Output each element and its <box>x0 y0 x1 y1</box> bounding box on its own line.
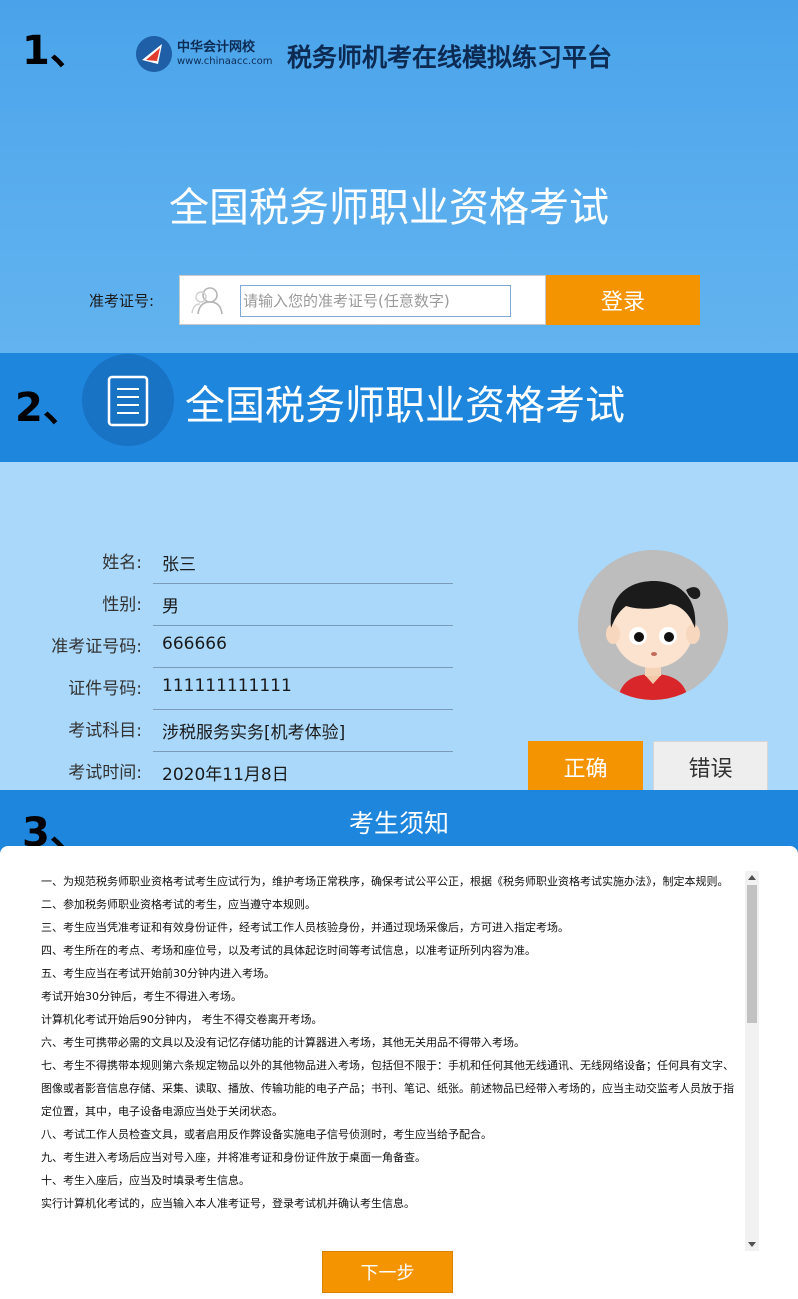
info-label: 证件号码: <box>68 679 142 699</box>
info-row-id-number: 证件号码: 111111111111 <box>0 668 460 710</box>
info-row-exam-time: 考试时间: 2020年11月8日 <box>0 752 460 794</box>
info-row-gender: 性别: 男 <box>0 584 460 626</box>
rule-item: 十、考生入座后，应当及时填录考生信息。 <box>41 1174 250 1187</box>
candidate-info-header: 2、 全国税务师职业资格考试 <box>0 353 798 462</box>
rule-item: 四、考生所在的考点、考场和座位号，以及考试的具体起讫时间等考试信息，以准考证所列… <box>41 944 536 957</box>
info-row-subject: 考试科目: 涉税服务实务[机考体验] <box>0 710 460 752</box>
rule-item: 五、考生应当在考试开始前30分钟内进入考场。 <box>41 967 275 980</box>
chinaacc-logo: 中华会计网校 www.chinaacc.com <box>136 36 273 72</box>
logo-en-text: www.chinaacc.com <box>177 56 273 67</box>
scroll-thumb[interactable] <box>747 885 757 1023</box>
document-icon <box>107 375 149 427</box>
rule-item: 二、参加税务师职业资格考试的考生，应当遵守本规则。 <box>41 898 316 911</box>
exam-notice-section: 3、 考生须知 一、为规范税务师职业资格考试考生应试行为，维护考场正常秩序，确保… <box>0 790 798 1299</box>
notice-scrollbar[interactable] <box>745 871 759 1251</box>
rule-item: 九、考生进入考场后应当对号入座，并将准考证和身份证件放于桌面一角备查。 <box>41 1151 426 1164</box>
login-input-box <box>179 275 546 325</box>
rule-item: 计算机化考试开始后90分钟内， 考生不得交卷离开考场。 <box>41 1013 323 1026</box>
login-section: 1、 中华会计网校 www.chinaacc.com 税务师机考在线模拟练习平台… <box>0 0 798 353</box>
rule-item: 六、考生可携带必需的文具以及没有记忆存储功能的计算器进入考场，其他无关用品不得带… <box>41 1036 525 1049</box>
login-button[interactable]: 登录 <box>546 275 700 325</box>
next-step-button[interactable]: 下一步 <box>322 1251 453 1293</box>
info-label: 考试科目: <box>68 721 142 741</box>
candidate-info-title: 全国税务师职业资格考试 <box>185 383 625 429</box>
logo-emblem-icon <box>136 36 172 72</box>
document-icon-circle <box>82 354 174 446</box>
rule-item: 一、为规范税务师职业资格考试考生应试行为，维护考场正常秩序，确保考试公平公正，根… <box>41 875 729 888</box>
rule-item: 实行计算机化考试的，应当输入本人准考证号，登录考试机并确认考生信息。 <box>41 1197 415 1210</box>
info-row-admission-number: 准考证号码: 666666 <box>0 626 460 668</box>
user-icon <box>190 284 226 320</box>
logo-cn-text: 中华会计网校 <box>177 40 256 55</box>
notice-rules-text[interactable]: 一、为规范税务师职业资格考试考生应试行为，维护考场正常秩序，确保考试公平公正，根… <box>41 870 741 1246</box>
info-value: 111111111111 <box>153 668 453 710</box>
rule-item: 七、考生不得携带本规则第六条规定物品以外的其他物品进入考场，包括但不限于：手机和… <box>41 1059 734 1118</box>
step-number-1: 1、 <box>22 28 90 74</box>
scroll-up-arrow-icon[interactable] <box>748 875 756 880</box>
info-value: 张三 <box>153 542 453 584</box>
info-value: 涉税服务实务[机考体验] <box>153 710 453 752</box>
rule-item: 三、考生应当凭准考证和有效身份证件，经考试工作人员核验身份，并通过现场采像后，方… <box>41 921 569 934</box>
notice-panel: 一、为规范税务师职业资格考试考生应试行为，维护考场正常秩序，确保考试公平公正，根… <box>0 846 798 1299</box>
info-row-name: 姓名: 张三 <box>0 542 460 584</box>
info-value: 2020年11月8日 <box>153 752 453 794</box>
info-value: 男 <box>153 584 453 626</box>
step-number-2: 2、 <box>15 385 83 431</box>
platform-title: 税务师机考在线模拟练习平台 <box>287 43 613 72</box>
info-label: 准考证号码: <box>51 637 142 657</box>
scroll-down-arrow-icon[interactable] <box>748 1242 756 1247</box>
report-wrong-button[interactable]: 错误 <box>653 741 768 793</box>
candidate-info-body: 姓名: 张三 性别: 男 准考证号码: 666666 证件号码: 1111111… <box>0 462 798 794</box>
cartoon-avatar-icon <box>578 550 728 700</box>
rule-item: 考试开始30分钟后，考生不得进入考场。 <box>41 990 242 1003</box>
admission-number-label: 准考证号: <box>89 292 155 310</box>
notice-title: 考生须知 <box>348 809 449 838</box>
info-label: 考试时间: <box>68 763 142 783</box>
exam-title: 全国税务师职业资格考试 <box>169 185 609 231</box>
candidate-avatar <box>578 550 728 700</box>
info-label: 性别: <box>102 595 142 615</box>
info-label: 姓名: <box>102 553 142 573</box>
info-value: 666666 <box>153 626 453 668</box>
confirm-correct-button[interactable]: 正确 <box>528 741 643 793</box>
admission-number-input[interactable] <box>240 285 511 317</box>
rule-item: 八、考试工作人员检查文具，或者启用反作弊设备实施电子信号侦测时，考生应当给予配合… <box>41 1128 492 1141</box>
